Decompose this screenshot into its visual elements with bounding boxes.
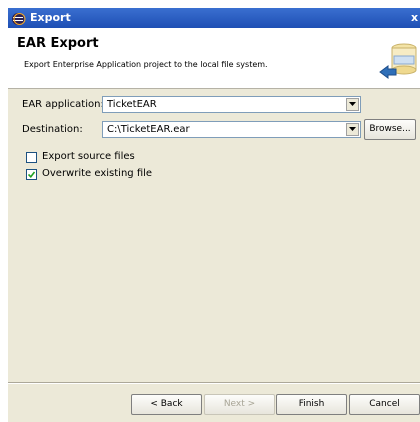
ear-application-value: TicketEAR: [107, 99, 157, 110]
page-title: EAR Export: [17, 36, 99, 51]
overwrite-option[interactable]: Overwrite existing file: [26, 168, 176, 182]
window-title: Export: [30, 11, 71, 24]
export-source-checkbox[interactable]: [26, 152, 37, 163]
wizard-header: EAR Export Export Enterprise Application…: [8, 28, 420, 89]
cancel-button[interactable]: Cancel: [349, 394, 420, 415]
back-button[interactable]: < Back: [131, 394, 202, 415]
page-description: Export Enterprise Application project to…: [24, 60, 268, 69]
chevron-down-icon[interactable]: [346, 123, 359, 136]
overwrite-label: Overwrite existing file: [42, 168, 153, 179]
destination-label: Destination:: [22, 124, 83, 135]
close-icon[interactable]: x: [411, 10, 420, 25]
destination-value: C:\TicketEAR.ear: [107, 124, 190, 135]
eclipse-icon: [11, 11, 26, 25]
ear-application-combo[interactable]: TicketEAR: [102, 96, 361, 113]
destination-combo[interactable]: C:\TicketEAR.ear: [102, 121, 361, 138]
ear-application-label: EAR application:: [22, 99, 104, 110]
title-bar[interactable]: Export x: [8, 8, 420, 28]
button-bar-separator: [8, 382, 420, 384]
overwrite-checkbox[interactable]: [26, 169, 37, 180]
export-wizard-banner-icon: [374, 34, 420, 82]
export-dialog: Export x EAR Export Export Enterprise Ap…: [8, 8, 420, 422]
next-button[interactable]: Next >: [204, 394, 275, 415]
finish-button[interactable]: Finish: [276, 394, 347, 415]
chevron-down-icon[interactable]: [346, 98, 359, 111]
export-source-option[interactable]: Export source files: [26, 151, 176, 165]
export-source-label: Export source files: [42, 151, 135, 162]
browse-button[interactable]: Browse...: [364, 119, 416, 140]
